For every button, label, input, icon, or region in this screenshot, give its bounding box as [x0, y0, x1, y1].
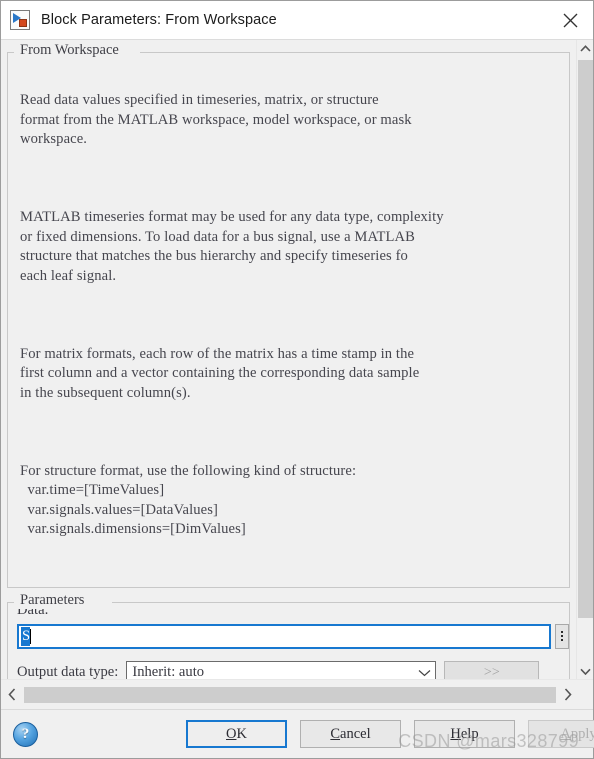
- cancel-button[interactable]: Cancel: [300, 720, 401, 748]
- scroll-right-button[interactable]: [557, 680, 579, 709]
- data-input-value: S: [21, 626, 31, 646]
- horizontal-scroll-thumb[interactable]: [24, 686, 556, 703]
- ok-button[interactable]: OK: [186, 720, 287, 748]
- chevron-down-icon: [418, 669, 431, 676]
- dot: [561, 639, 563, 641]
- parameters-groupbox: Parameters Data: S Output data type: Inh…: [7, 591, 570, 680]
- cancel-rest: ancel: [340, 725, 371, 742]
- window-title: Block Parameters: From Workspace: [41, 12, 277, 28]
- chevron-right-icon: [564, 688, 572, 701]
- description-paragraph: MATLAB timeseries format may be used for…: [20, 209, 444, 284]
- description-paragraph: For matrix formats, each row of the matr…: [20, 345, 420, 401]
- data-label: Data:: [17, 601, 49, 618]
- vertical-scrollbar[interactable]: [576, 40, 593, 680]
- description-paragraph: For structure format, use the following …: [20, 462, 357, 538]
- data-expand-button[interactable]: [555, 623, 569, 649]
- dialog-footer: ? OK Cancel Help Apply CSDN @mars328799: [1, 709, 594, 758]
- scroll-viewport: From Workspace Read data values specifie…: [1, 40, 576, 680]
- data-input-row: S: [17, 623, 569, 649]
- block-parameters-dialog: Block Parameters: From Workspace From Wo…: [0, 0, 594, 759]
- apply-button: Apply: [528, 720, 594, 748]
- ok-mnemonic: O: [226, 725, 237, 742]
- apply-rest: pply: [570, 725, 594, 742]
- output-data-type-value: Inherit: auto: [132, 664, 205, 680]
- output-data-type-select[interactable]: Inherit: auto: [126, 660, 437, 680]
- chevron-down-icon: [580, 668, 591, 675]
- output-data-type-row: Output data type: Inherit: auto >>: [17, 660, 569, 680]
- output-data-type-label: Output data type:: [17, 664, 119, 680]
- dot: [561, 635, 563, 637]
- chevron-left-icon: [8, 688, 16, 701]
- vertical-scroll-thumb[interactable]: [578, 60, 593, 618]
- chevron-up-icon: [580, 45, 591, 52]
- icon-square: [19, 19, 27, 27]
- scroll-down-button[interactable]: [577, 663, 593, 680]
- scroll-left-button[interactable]: [1, 680, 23, 709]
- description-paragraph: Read data values specified in timeseries…: [20, 92, 412, 147]
- help-rest: elp: [460, 725, 479, 742]
- apply-mnemonic: A: [560, 725, 571, 742]
- ok-rest: K: [236, 725, 247, 742]
- simulink-block-icon: [10, 10, 30, 30]
- block-description: Read data values specified in timeseries…: [11, 52, 566, 579]
- data-type-assistant-button[interactable]: >>: [444, 660, 540, 680]
- parameters-group-legend: Parameters: [16, 591, 89, 609]
- description-groupbox: From Workspace Read data values specifie…: [7, 42, 570, 588]
- help-icon[interactable]: ?: [13, 721, 38, 747]
- close-icon[interactable]: [548, 1, 593, 39]
- content-area: From Workspace Read data values specifie…: [1, 39, 593, 709]
- title-bar: Block Parameters: From Workspace: [1, 1, 593, 39]
- cancel-mnemonic: C: [330, 725, 341, 742]
- dialog-button-group: OK Cancel Help Apply: [186, 720, 594, 748]
- description-group-legend: From Workspace: [16, 42, 123, 59]
- horizontal-scrollbar[interactable]: [1, 679, 593, 709]
- help-button[interactable]: Help: [414, 720, 515, 748]
- dot: [561, 631, 563, 633]
- text-caret: [30, 628, 32, 644]
- help-mnemonic: H: [450, 725, 461, 742]
- data-input[interactable]: S: [17, 623, 551, 649]
- scroll-up-button[interactable]: [577, 40, 593, 57]
